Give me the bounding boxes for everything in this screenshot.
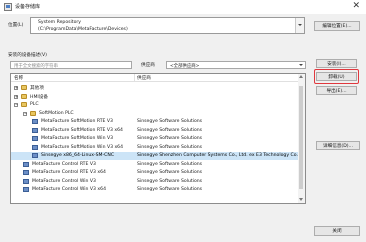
tree-row[interactable]: MetaFacture Control Win V3 Sinsegye Softw…	[11, 178, 299, 186]
vendor-select-value: <全部供应商>	[170, 64, 200, 69]
vertical-scrollbar[interactable]	[298, 74, 305, 203]
tree-row[interactable]: + 其他项	[11, 84, 299, 92]
tree-row[interactable]: − SoftMotion PLC	[11, 110, 299, 118]
column-header-vendor[interactable]: 供应商	[137, 75, 151, 81]
close-icon[interactable]: ✕	[352, 1, 360, 11]
uninstall-highlight-annotation	[314, 69, 359, 84]
tree-row[interactable]: − PLC	[11, 101, 299, 109]
title-bar: 设备存储库 ✕	[0, 0, 366, 14]
tree-row-vendor: Sinsegye Software Solutions	[137, 187, 203, 192]
tree-row-vendor: Sinsegye Software Solutions	[137, 127, 203, 133]
tree-row-vendor: Sinsegye Software Solutions	[137, 144, 203, 150]
close-button[interactable]: 关闭	[314, 226, 360, 236]
installed-devices-label: 安装的设备描述(V)	[8, 53, 47, 58]
tree-row-name: MetaFacture SoftMotion Win V3	[41, 136, 114, 141]
tree-row-vendor: Sinsegye Software Solutions	[137, 119, 203, 124]
chevron-down-icon[interactable]	[297, 62, 305, 68]
device-tree[interactable]: 名称 供应商 + 其他项 + HMI设备 − PLC − SoftMotion PLC Meta…	[10, 73, 306, 204]
tree-row-vendor: Sinsegye Software Solutions	[137, 170, 203, 175]
location-label: 位置(L)	[8, 23, 24, 28]
device-icon	[23, 178, 29, 184]
device-icon	[32, 119, 38, 124]
folder-icon	[30, 110, 36, 116]
device-icon	[32, 136, 38, 141]
device-icon	[32, 144, 38, 150]
tree-row-vendor: Sinsegye Software Solutions	[137, 161, 203, 167]
edit-location-button[interactable]: 编辑位置(E)...	[314, 21, 360, 31]
export-button[interactable]: 导出(E)...	[316, 86, 357, 95]
tree-row-name: Sinsegye x86_64-Linux-SM-CNC	[41, 153, 115, 158]
expand-icon[interactable]: +	[14, 86, 18, 90]
scroll-up-icon[interactable]	[299, 75, 303, 78]
device-icon	[32, 127, 38, 133]
install-button[interactable]: 安装(I)...	[316, 59, 357, 68]
vendor-label: 供应商	[141, 63, 155, 68]
tree-row[interactable]: MetaFacture SoftMotion RTE V3 Sinsegye So…	[11, 118, 299, 126]
tree-row-name: PLC	[30, 102, 39, 107]
chevron-down-icon[interactable]	[295, 18, 304, 33]
tree-row[interactable]: Sinsegye x86_64-Linux-SM-CNC Sinsegye She…	[11, 152, 305, 160]
tree-row[interactable]: MetaFacture Control Win V3 x64 Sinsegye S…	[11, 186, 299, 194]
location-value-path: (C:\ProgramData\MetaFacture\Devices)	[38, 27, 128, 32]
tree-row-name: SoftMotion PLC	[39, 110, 74, 116]
column-separator[interactable]	[134, 74, 135, 81]
tree-row-vendor: Sinsegye Software Solutions	[137, 178, 203, 184]
tree-row[interactable]: MetaFacture SoftMotion Win V3 Sinsegye So…	[11, 135, 299, 143]
column-header-name[interactable]: 名称	[14, 75, 23, 81]
tree-row-name: MetaFacture SoftMotion Win V3 x64	[41, 144, 124, 150]
tree-row[interactable]: MetaFacture SoftMotion Win V3 x64 Sinsegy…	[11, 144, 299, 152]
expand-icon[interactable]: +	[14, 94, 18, 99]
collapse-icon[interactable]: −	[23, 111, 27, 116]
collapse-icon[interactable]: −	[14, 103, 18, 107]
tree-header: 名称 供应商	[11, 74, 305, 82]
vendor-select[interactable]: <全部供应商>	[166, 61, 306, 69]
tree-row-name: 其他项	[30, 86, 44, 91]
details-button[interactable]: 详细信息(D)...	[316, 141, 360, 150]
tree-row-vendor: Sinsegye Software Solutions	[137, 136, 203, 141]
tree-row-name: MetaFacture Control Win V3 x64	[32, 187, 106, 192]
tree-row-name: MetaFacture SoftMotion RTE V3 x64	[41, 127, 123, 133]
device-icon	[23, 170, 29, 175]
tree-row[interactable]: MetaFacture Control RTE V3 x64 Sinsegye S…	[11, 169, 299, 177]
scrollbar-thumb[interactable]	[299, 86, 303, 189]
tree-row-name: MetaFacture Control RTE V3	[32, 161, 96, 167]
tree-row-name: MetaFacture Control Win V3	[32, 178, 96, 184]
tree-row-name: HMI设备	[30, 94, 48, 100]
tree-row[interactable]: MetaFacture Control RTE V3 Sinsegye Softw…	[11, 161, 299, 169]
tree-row-name: MetaFacture Control RTE V3 x64	[32, 170, 106, 175]
tree-row[interactable]: MetaFacture SoftMotion RTE V3 x64 Sinsegy…	[11, 127, 299, 135]
scroll-down-icon[interactable]	[299, 198, 303, 201]
window-title: 设备存储库	[15, 4, 41, 10]
folder-icon	[21, 85, 27, 90]
search-input[interactable]: 用于全文搜索的字符串	[10, 61, 132, 69]
tree-row[interactable]: + HMI设备	[11, 93, 299, 101]
search-placeholder: 用于全文搜索的字符串	[14, 64, 58, 69]
tree-row-name: MetaFacture SoftMotion RTE V3	[41, 119, 113, 124]
repository-icon	[4, 3, 12, 11]
location-value-name: System Repository	[38, 20, 82, 25]
folder-icon	[21, 93, 27, 99]
device-icon	[32, 153, 38, 158]
device-icon	[23, 187, 29, 192]
location-select[interactable]: System Repository (C:\ProgramData\MetaFa…	[30, 17, 305, 34]
folder-icon	[21, 102, 27, 107]
tree-row-vendor: Sinsegye Shenzhen Computer Systems Co., …	[137, 153, 306, 158]
device-icon	[23, 161, 29, 167]
